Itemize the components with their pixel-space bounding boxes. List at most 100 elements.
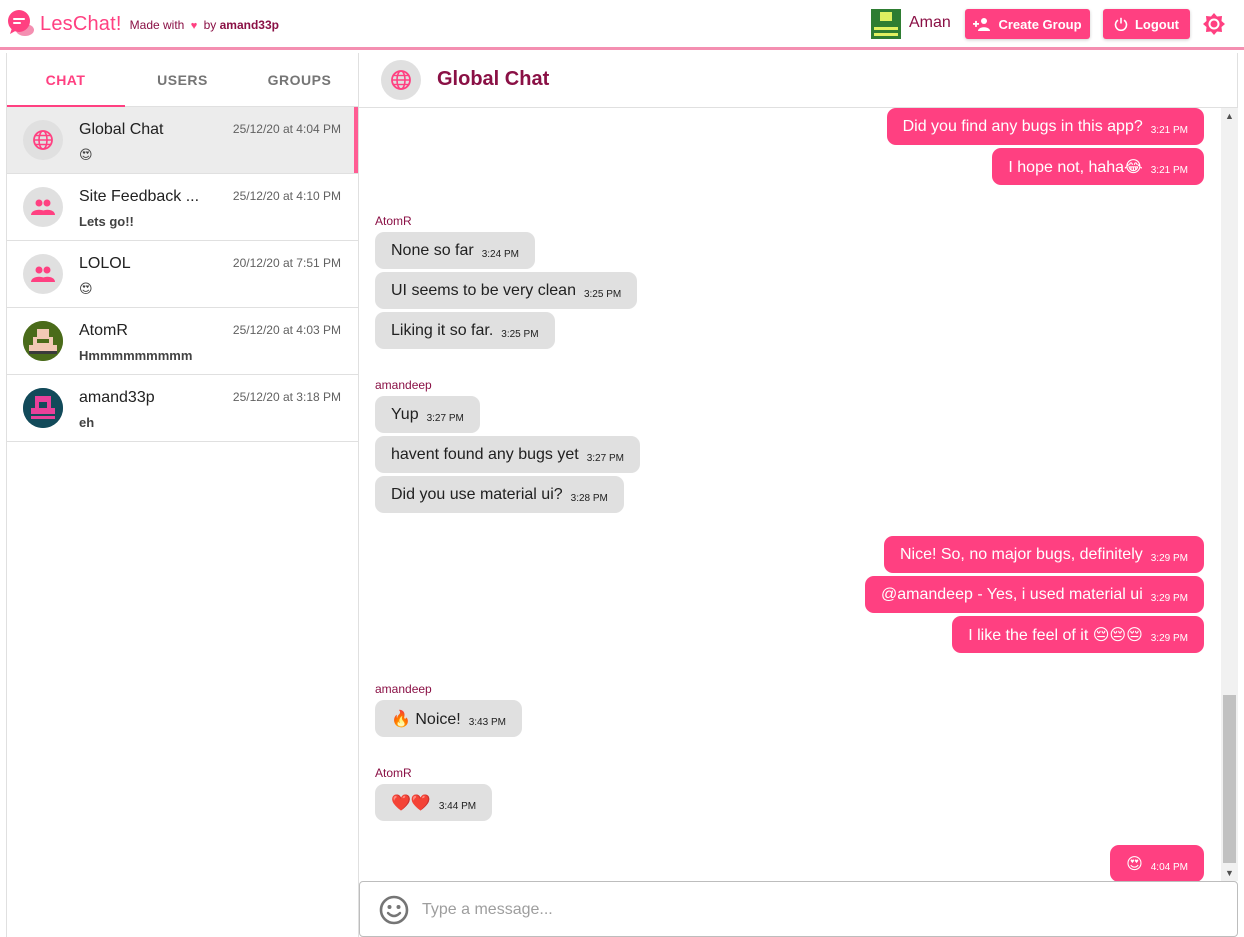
message-bubble: 😍 4:04 PM <box>1110 845 1204 881</box>
chat-name: AtomR <box>79 322 128 339</box>
sidebar: CHAT USERS GROUPS Global Chat 25/12/20 a… <box>6 53 359 937</box>
message-list: Did you find any bugs in this app? 3:21 … <box>359 108 1221 881</box>
message-bubble: Did you use material ui? 3:28 PM <box>375 476 624 513</box>
message-text: Did you use material ui? <box>391 485 563 503</box>
tab-groups[interactable]: GROUPS <box>241 53 358 106</box>
logout-label: Logout <box>1134 16 1180 32</box>
chat-preview: eh <box>79 415 95 430</box>
scroll-up-icon[interactable]: ▲ <box>1221 108 1238 124</box>
message-bubble: None so far 3:24 PM <box>375 232 535 269</box>
message-text: UI seems to be very clean <box>391 281 576 299</box>
chat-preview: 😍 <box>79 147 93 162</box>
message-time: 3:27 PM <box>426 413 464 424</box>
chat-item-amand33p[interactable]: amand33p 25/12/20 at 3:18 PM eh <box>7 375 358 442</box>
message-bubble: Yup 3:27 PM <box>375 396 480 433</box>
sender-name: AtomR <box>375 766 412 780</box>
sender-name: amandeep <box>375 682 432 696</box>
avatar <box>23 388 63 428</box>
scroll-thumb[interactable] <box>1223 695 1236 863</box>
message-time: 3:29 PM <box>1150 633 1188 644</box>
chat-preview: Lets go!! <box>79 214 134 229</box>
sender-name: amandeep <box>375 378 432 392</box>
message-text: None so far <box>391 241 474 259</box>
message-text: I hope not, haha😂 <box>1008 158 1143 176</box>
scroll-down-icon[interactable]: ▼ <box>1221 865 1238 881</box>
message-composer <box>359 881 1238 937</box>
group-icon <box>23 254 63 294</box>
tab-users[interactable]: USERS <box>124 53 241 106</box>
create-group-button[interactable]: Create Group <box>965 9 1090 39</box>
chat-logo-icon <box>6 10 36 38</box>
author-link[interactable]: amand33p <box>220 18 279 32</box>
chat-name: Site Feedback ... <box>79 188 200 205</box>
message-time: 3:29 PM <box>1150 593 1188 604</box>
emoji-icon[interactable] <box>378 894 410 926</box>
user-avatar[interactable] <box>871 9 901 39</box>
sender-name: AtomR <box>375 214 412 228</box>
brand[interactable]: LesChat! Made with ♥ by amand33p <box>6 10 279 38</box>
chat-item-lolol[interactable]: LOLOL 20/12/20 at 7:51 PM 😍 <box>7 241 358 308</box>
chat-item-global-chat[interactable]: Global Chat 25/12/20 at 4:04 PM 😍 <box>7 107 358 174</box>
message-bubble: @amandeep - Yes, i used material ui 3:29… <box>865 576 1204 613</box>
chat-time: 25/12/20 at 3:18 PM <box>232 390 341 404</box>
power-icon <box>1114 17 1128 31</box>
logout-button[interactable]: Logout <box>1103 9 1190 39</box>
chat-preview: 😍 <box>79 281 93 296</box>
tab-chat[interactable]: CHAT <box>7 53 124 106</box>
message-time: 3:24 PM <box>481 249 519 260</box>
message-bubble: UI seems to be very clean 3:25 PM <box>375 272 638 309</box>
message-text: I like the feel of it 😔😔😔 <box>968 626 1143 644</box>
message-time: 3:28 PM <box>570 493 608 504</box>
globe-icon <box>381 60 421 100</box>
chat-name: amand33p <box>79 389 155 406</box>
credit-text: Made with ♥ by amand33p <box>130 18 279 32</box>
message-bubble: 🔥 Noice! 3:43 PM <box>375 700 522 737</box>
group-icon <box>23 187 63 227</box>
sidebar-tabs: CHAT USERS GROUPS <box>7 53 358 107</box>
message-bubble: Nice! So, no major bugs, definitely 3:29… <box>883 536 1204 573</box>
message-scrollbar[interactable]: ▲ ▼ <box>1221 108 1238 881</box>
app-name: LesChat! <box>40 12 122 35</box>
made-with-label: Made with <box>129 18 185 32</box>
chat-time: 25/12/20 at 4:03 PM <box>232 323 341 337</box>
message-bubble: Did you find any bugs in this app? 3:21 … <box>886 108 1204 145</box>
app-header: LesChat! Made with ♥ by amand33p Aman Cr… <box>0 0 1244 50</box>
message-time: 3:44 PM <box>438 801 477 812</box>
message-bubble: ❤️❤️ 3:44 PM <box>375 784 493 821</box>
user-name[interactable]: Aman <box>909 14 951 32</box>
chat-preview: Hmmmmmmmmm <box>79 348 193 363</box>
message-text: Liking it so far. <box>391 321 494 339</box>
chat-item-atomr[interactable]: AtomR 25/12/20 at 4:03 PM Hmmmmmmmmm <box>7 308 358 375</box>
message-time: 3:21 PM <box>1150 125 1188 136</box>
message-text: ❤️❤️ <box>391 794 431 812</box>
chat-time: 20/12/20 at 7:51 PM <box>232 256 341 270</box>
message-time: 3:43 PM <box>468 717 506 728</box>
message-time: 3:25 PM <box>583 289 622 300</box>
message-text: 😍 <box>1126 855 1143 873</box>
chat-header: Global Chat <box>359 53 1238 108</box>
message-text: Did you find any bugs in this app? <box>902 117 1143 135</box>
chat-time: 25/12/20 at 4:10 PM <box>232 189 341 203</box>
chat-title: Global Chat <box>437 68 550 90</box>
avatar <box>23 321 63 361</box>
chat-time: 25/12/20 at 4:04 PM <box>232 122 341 136</box>
add-group-icon <box>973 18 991 31</box>
by-label: by <box>203 18 217 32</box>
message-input[interactable] <box>422 898 1202 922</box>
chat-item-site-feedback[interactable]: Site Feedback ... 25/12/20 at 4:10 PM Le… <box>7 174 358 241</box>
message-text: havent found any bugs yet <box>391 445 579 463</box>
message-bubble: I like the feel of it 😔😔😔 3:29 PM <box>952 616 1204 653</box>
message-time: 4:04 PM <box>1150 862 1188 873</box>
message-text: 🔥 Noice! <box>391 710 461 728</box>
message-time: 3:25 PM <box>501 329 539 340</box>
message-bubble: Liking it so far. 3:25 PM <box>375 312 555 349</box>
message-text: @amandeep - Yes, i used material ui <box>881 585 1143 603</box>
message-time: 3:21 PM <box>1150 165 1188 176</box>
message-bubble: havent found any bugs yet 3:27 PM <box>375 436 640 473</box>
brightness-icon[interactable] <box>1202 12 1226 36</box>
create-group-label: Create Group <box>998 16 1082 32</box>
chat-name: Global Chat <box>79 121 164 138</box>
message-time: 3:29 PM <box>1150 553 1188 564</box>
message-time: 3:27 PM <box>586 453 624 464</box>
chat-name: LOLOL <box>79 255 131 272</box>
